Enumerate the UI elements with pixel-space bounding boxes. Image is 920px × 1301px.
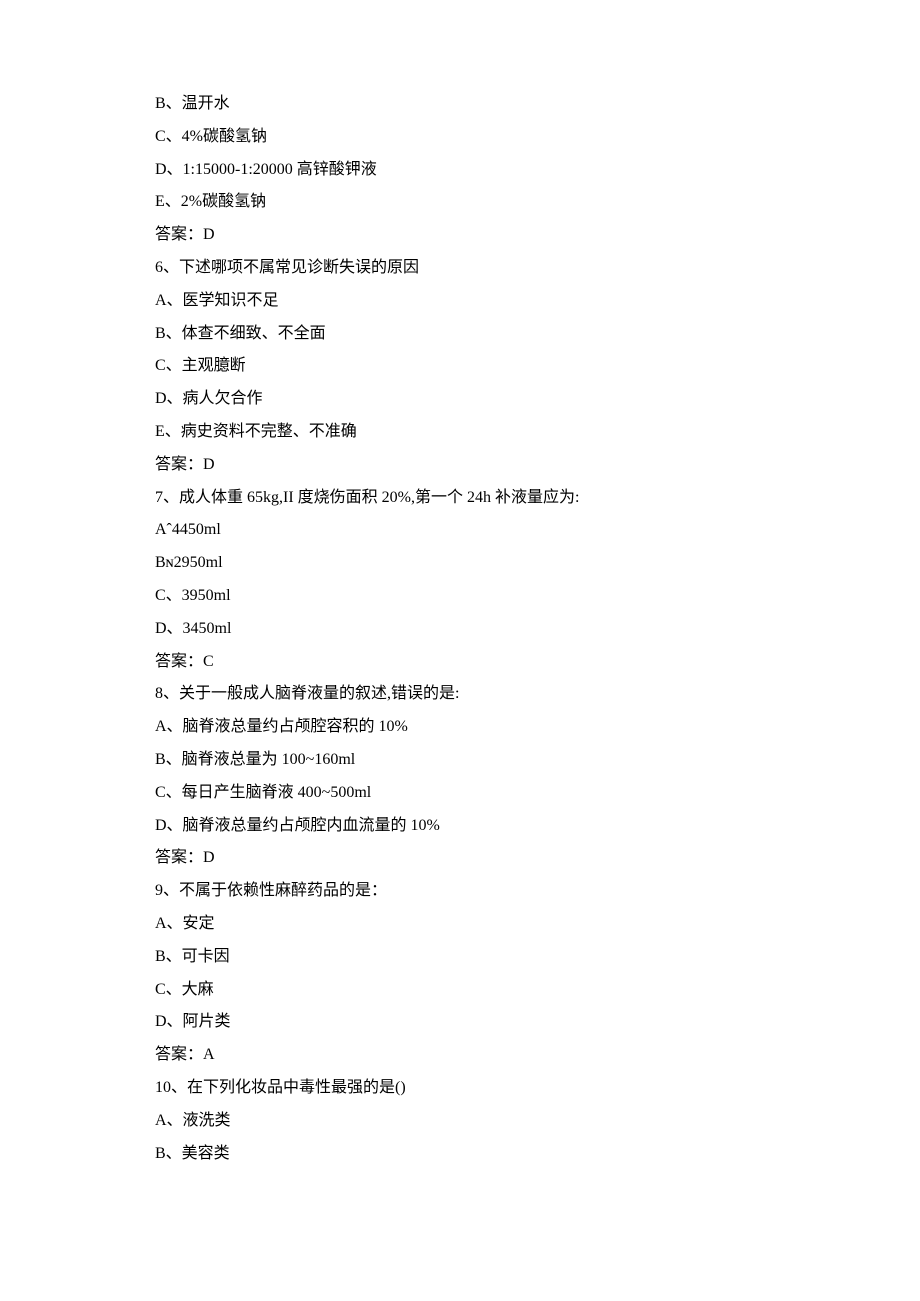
text-line: 答案：A [155, 1039, 775, 1072]
text-line: 答案：D [155, 219, 775, 252]
text-line: E、病史资料不完整、不准确 [155, 416, 775, 449]
text-line: A、安定 [155, 908, 775, 941]
text-line: C、主观臆断 [155, 350, 775, 383]
text-line: 10、在下列化妆品中毒性最强的是() [155, 1072, 775, 1105]
text-line: E、2%碳酸氢钠 [155, 186, 775, 219]
text-line: C、4%碳酸氢钠 [155, 121, 775, 154]
text-line: C、大麻 [155, 974, 775, 1007]
text-line: Bɴ2950ml [155, 547, 775, 580]
text-line: C、3950ml [155, 580, 775, 613]
text-line: 答案：D [155, 842, 775, 875]
document-page: B、温开水 C、4%碳酸氢钠 D、1:15000-1:20000 高锌酸钾液 E… [0, 0, 775, 1210]
text-line: A、液洗类 [155, 1105, 775, 1138]
text-line: B、温开水 [155, 88, 775, 121]
text-line: 答案：D [155, 449, 775, 482]
text-line: D、1:15000-1:20000 高锌酸钾液 [155, 154, 775, 187]
text-line: 9、不属于依赖性麻醉药品的是： [155, 875, 775, 908]
text-line: A、脑脊液总量约占颅腔容积的 10% [155, 711, 775, 744]
text-line: Aˆ4450ml [155, 514, 775, 547]
text-line: 答案：C [155, 646, 775, 679]
text-line: D、阿片类 [155, 1006, 775, 1039]
text-line: C、每日产生脑脊液 400~500ml [155, 777, 775, 810]
text-line: B、脑脊液总量为 100~160ml [155, 744, 775, 777]
text-line: 8、关于一般成人脑脊液量的叙述,错误的是: [155, 678, 775, 711]
text-line: D、3450ml [155, 613, 775, 646]
text-line: 7、成人体重 65kg,II 度烧伤面积 20%,第一个 24h 补液量应为: [155, 482, 775, 515]
text-line: B、可卡因 [155, 941, 775, 974]
text-line: A、医学知识不足 [155, 285, 775, 318]
text-line: D、脑脊液总量约占颅腔内血流量的 10% [155, 810, 775, 843]
text-line: 6、下述哪项不属常见诊断失误的原因 [155, 252, 775, 285]
text-line: B、体查不细致、不全面 [155, 318, 775, 351]
text-line: D、病人欠合作 [155, 383, 775, 416]
text-line: B、美容类 [155, 1138, 775, 1171]
